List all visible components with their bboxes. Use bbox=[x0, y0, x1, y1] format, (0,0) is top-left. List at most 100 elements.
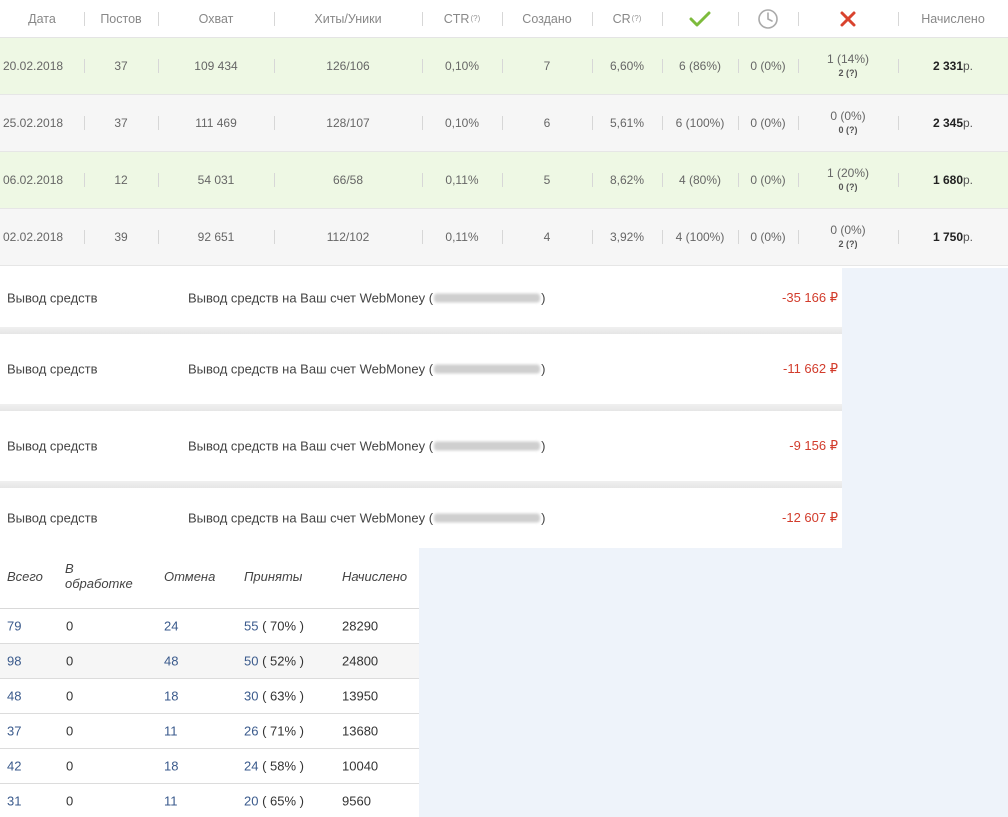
accepted-cell: 55 ( 70% ) bbox=[244, 619, 304, 634]
summary-row[interactable]: 79 0 24 55 ( 70% ) 28290 bbox=[0, 609, 419, 644]
table-row[interactable]: 02.02.2018 39 92 651 112/102 0,11% 4 3,92% 4 (1… bbox=[0, 209, 1008, 266]
cancelled-link[interactable]: 24 bbox=[164, 619, 178, 634]
total-link[interactable]: 48 bbox=[7, 689, 21, 704]
cell-cr: 3,92% bbox=[592, 209, 662, 265]
withdrawal-row[interactable]: Вывод средств Вывод средств на Ваш счет W… bbox=[0, 411, 842, 481]
header-date[interactable]: Дата bbox=[0, 0, 84, 37]
accepted-link[interactable]: 30 bbox=[244, 689, 258, 704]
header-cancelled[interactable]: Отмена bbox=[164, 569, 215, 584]
processing-value: 0 bbox=[66, 758, 74, 774]
cell-ctr: 0,10% bbox=[422, 95, 502, 151]
rejected-hint[interactable]: 0 (?) bbox=[839, 123, 858, 137]
table-row[interactable]: 06.02.2018 12 54 031 66/58 0,11% 5 8,62% 4 (80%… bbox=[0, 152, 1008, 209]
cell-approved: 4 (80%) bbox=[662, 152, 738, 208]
table-row[interactable]: 20.02.2018 37 109 434 126/106 0,10% 7 6,60% 6 (… bbox=[0, 38, 1008, 95]
accepted-cell: 30 ( 63% ) bbox=[244, 689, 304, 704]
cell-created: 7 bbox=[502, 38, 592, 94]
header-rejected[interactable] bbox=[798, 0, 898, 37]
withdrawal-row[interactable]: Вывод средств Вывод средств на Ваш счет W… bbox=[0, 334, 842, 404]
cell-reach: 109 434 bbox=[158, 38, 274, 94]
cell-date: 06.02.2018 bbox=[3, 173, 64, 187]
header-pending[interactable] bbox=[738, 0, 798, 37]
redacted-account bbox=[434, 441, 541, 451]
accepted-cell: 24 ( 58% ) bbox=[244, 759, 304, 774]
description-suffix: ) bbox=[541, 290, 546, 305]
cell-posts: 12 bbox=[84, 152, 158, 208]
rejected-count: 0 (0%) bbox=[830, 109, 866, 123]
total-link[interactable]: 37 bbox=[7, 724, 21, 739]
cell-hits: 128/107 bbox=[274, 95, 422, 151]
cancelled-link[interactable]: 11 bbox=[164, 794, 178, 809]
rejected-hint[interactable]: 0 (?) bbox=[839, 180, 858, 194]
cancelled-link[interactable]: 48 bbox=[164, 654, 178, 669]
currency-label: р. bbox=[963, 173, 974, 187]
withdrawal-amount: -35 166 ₽ bbox=[782, 289, 838, 305]
header-ctr[interactable]: CTR (?) bbox=[422, 0, 502, 37]
total-link[interactable]: 42 bbox=[7, 759, 21, 774]
header-created[interactable]: Создано bbox=[502, 0, 592, 37]
cell-posts: 39 bbox=[84, 209, 158, 265]
clock-icon bbox=[758, 8, 778, 29]
description-text: Вывод средств на Ваш счет WebMoney ( bbox=[188, 290, 434, 305]
header-hits[interactable]: Хиты/Уники bbox=[274, 0, 422, 37]
accepted-cell: 20 ( 65% ) bbox=[244, 794, 304, 809]
header-accrued[interactable]: Начислено bbox=[898, 0, 1008, 37]
cell-created: 5 bbox=[502, 152, 592, 208]
table-row[interactable]: 25.02.2018 37 111 469 128/107 0,10% 6 5,61% 6 (… bbox=[0, 95, 1008, 152]
withdrawal-row[interactable]: Вывод средств Вывод средств на Ваш счет W… bbox=[0, 268, 842, 327]
header-total[interactable]: Всего bbox=[7, 569, 43, 584]
cell-created: 6 bbox=[502, 95, 592, 151]
rejected-count: 1 (20%) bbox=[826, 166, 870, 180]
cell-ctr: 0,10% bbox=[422, 38, 502, 94]
accepted-link[interactable]: 50 bbox=[244, 654, 258, 669]
cell-posts: 37 bbox=[84, 38, 158, 94]
cancelled-link[interactable]: 11 bbox=[164, 724, 178, 739]
accepted-link[interactable]: 55 bbox=[244, 619, 258, 634]
total-link[interactable]: 98 bbox=[7, 654, 21, 669]
accepted-percent: ( 65% ) bbox=[258, 793, 304, 809]
withdrawal-description: Вывод средств на Ваш счет WebMoney () bbox=[188, 439, 545, 454]
description-suffix: ) bbox=[541, 361, 546, 377]
cell-cr: 5,61% bbox=[592, 95, 662, 151]
withdrawal-amount: -11 662 ₽ bbox=[782, 361, 838, 376]
header-posts[interactable]: Постов bbox=[84, 0, 158, 37]
accrued-value: 2 331 bbox=[932, 59, 963, 73]
header-cr[interactable]: CR (?) bbox=[592, 0, 662, 37]
currency-label: р. bbox=[963, 116, 974, 130]
processing-value: 0 bbox=[66, 723, 74, 739]
header-processing[interactable]: В обработке bbox=[65, 561, 133, 591]
withdrawal-description: Вывод средств на Ваш счет WebMoney () bbox=[188, 290, 545, 305]
total-link[interactable]: 79 bbox=[7, 619, 21, 634]
ctr-hint[interactable]: (?) bbox=[470, 14, 480, 23]
cell-hits: 126/106 bbox=[274, 38, 422, 94]
accrued-value: 1 680 bbox=[932, 173, 963, 187]
summary-row[interactable]: 31 0 11 20 ( 65% ) 9560 bbox=[0, 784, 419, 817]
row-divider bbox=[0, 481, 842, 488]
header-accrued[interactable]: Начислено bbox=[342, 569, 407, 584]
summary-row[interactable]: 98 0 48 50 ( 52% ) 24800 bbox=[0, 644, 419, 679]
accrued-value: 24800 bbox=[342, 653, 379, 669]
accrued-value: 13680 bbox=[342, 723, 379, 739]
description-text: Вывод средств на Ваш счет WebMoney ( bbox=[188, 438, 434, 454]
total-link[interactable]: 31 bbox=[7, 794, 21, 809]
rejected-hint[interactable]: 2 (?) bbox=[839, 66, 858, 80]
accepted-link[interactable]: 20 bbox=[244, 794, 258, 809]
cell-approved: 6 (86%) bbox=[662, 38, 738, 94]
header-approved[interactable] bbox=[662, 0, 738, 37]
description-suffix: ) bbox=[541, 438, 546, 454]
cell-reach: 111 469 bbox=[158, 95, 274, 151]
header-reach[interactable]: Охват bbox=[158, 0, 274, 37]
withdrawal-description: Вывод средств на Ваш счет WebMoney () bbox=[188, 511, 545, 526]
summary-row[interactable]: 42 0 18 24 ( 58% ) 10040 bbox=[0, 749, 419, 784]
header-accepted[interactable]: Приняты bbox=[244, 569, 302, 584]
summary-row[interactable]: 37 0 11 26 ( 71% ) 13680 bbox=[0, 714, 419, 749]
accepted-link[interactable]: 26 bbox=[244, 724, 258, 739]
withdrawal-row[interactable]: Вывод средств Вывод средств на Ваш счет W… bbox=[0, 488, 842, 548]
summary-row[interactable]: 48 0 18 30 ( 63% ) 13950 bbox=[0, 679, 419, 714]
cr-hint[interactable]: (?) bbox=[632, 14, 642, 23]
rejected-hint[interactable]: 2 (?) bbox=[839, 237, 858, 251]
cancelled-link[interactable]: 18 bbox=[164, 759, 178, 774]
cancelled-link[interactable]: 18 bbox=[164, 689, 178, 704]
accepted-link[interactable]: 24 bbox=[244, 759, 258, 774]
redacted-account bbox=[434, 364, 541, 374]
